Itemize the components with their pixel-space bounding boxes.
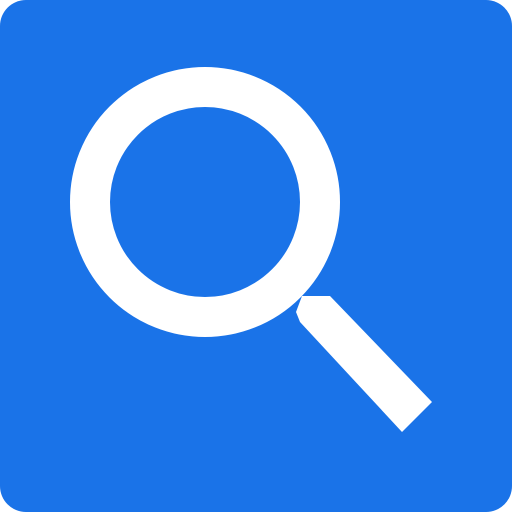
search-icon bbox=[70, 67, 432, 432]
magnifier-handle bbox=[296, 296, 432, 432]
magnifier-lens bbox=[70, 67, 340, 337]
search-app-icon[interactable] bbox=[0, 0, 512, 512]
